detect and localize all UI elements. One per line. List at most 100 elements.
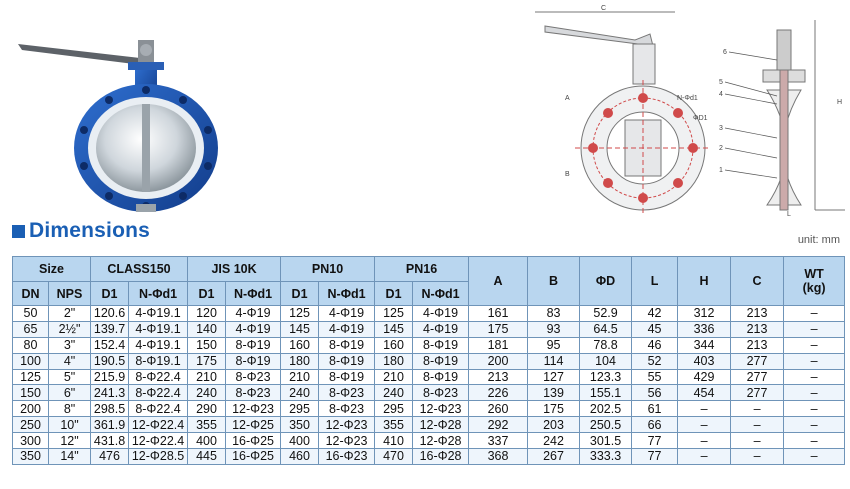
table-cell: 6" [47, 384, 92, 402]
table-cell: 361.9 [90, 416, 130, 434]
table-cell: 277 [730, 384, 785, 402]
table-cell: 226 [468, 384, 529, 402]
table-cell: 242 [527, 432, 581, 450]
table-cell: 4-Φ19 [318, 305, 376, 322]
table-cell: 400 [187, 432, 227, 450]
table-row: 200 8" 298.5 8-Φ22.4 290 12-Φ23 295 8-Φ23 295 12-… [12, 400, 846, 418]
table-cell: 454 [677, 384, 732, 402]
table-cell: 14" [47, 448, 92, 465]
table-cell: 104 [579, 352, 633, 370]
table-cell: 8-Φ22.4 [128, 400, 189, 418]
table-cell: 277 [730, 352, 785, 370]
table-cell: 125 [12, 368, 49, 386]
table-cell: 8-Φ19 [412, 368, 470, 386]
table-cell: 50 [12, 305, 49, 322]
table-row: 125 5" 215.9 8-Φ22.4 210 8-Φ23 210 8-Φ19 210 8-Φ1… [12, 368, 846, 386]
table-cell: – [783, 336, 846, 354]
table-cell: 470 [374, 448, 414, 465]
table-cell: 336 [677, 320, 732, 338]
table-cell: – [730, 416, 785, 434]
table-cell: – [783, 432, 846, 450]
table-cell: 175 [468, 320, 529, 338]
header-l: L [631, 256, 679, 306]
table-cell: – [783, 305, 846, 322]
table-cell: 52.9 [579, 305, 633, 322]
table-cell: 52 [631, 352, 679, 370]
dimensions-table: Size CLASS150 JIS 10K PN10 PN16 A B ΦD L… [11, 256, 846, 465]
table-cell: 12-Φ22.4 [128, 416, 189, 434]
table-cell: 45 [631, 320, 679, 338]
table-cell: 12-Φ23 [225, 400, 282, 418]
table-cell: 100 [12, 352, 49, 370]
table-cell: 160 [374, 336, 414, 354]
table-body: 50 2" 120.6 4-Φ19.1 120 4-Φ19 125 4-Φ19 125 4-Φ19… [12, 305, 846, 465]
table-cell: 8-Φ19 [225, 352, 282, 370]
table-cell: 12-Φ25 [225, 416, 282, 434]
table-cell: 65 [12, 320, 49, 338]
table-cell: – [783, 400, 846, 418]
table-cell: 155.1 [579, 384, 633, 402]
table-cell: 213 [730, 336, 785, 354]
table-cell: 202.5 [579, 400, 633, 418]
table-cell: 403 [677, 352, 732, 370]
table-cell: 215.9 [90, 368, 130, 386]
table-cell: 83 [527, 305, 581, 322]
table-cell: – [730, 448, 785, 465]
table-cell: 445 [187, 448, 227, 465]
drawing-part-3: 3 [719, 125, 723, 132]
table-cell: 150 [12, 384, 49, 402]
header-phid: ΦD [579, 256, 633, 306]
table-cell: 190.5 [90, 352, 130, 370]
drawing-label-h: H [837, 99, 842, 106]
table-cell: 4-Φ19 [225, 305, 282, 322]
table-cell: 355 [187, 416, 227, 434]
table-cell: 8-Φ22.4 [128, 368, 189, 386]
table-cell: 175 [527, 400, 581, 418]
table-cell: 78.8 [579, 336, 633, 354]
table-cell: 240 [280, 384, 320, 402]
table-cell: 213 [730, 320, 785, 338]
section-title: Dimensions [29, 219, 151, 242]
table-cell: 5" [47, 368, 92, 386]
table-cell: 64.5 [579, 320, 633, 338]
table-cell: – [783, 416, 846, 434]
header-jis10k: JIS 10K [187, 256, 282, 282]
table-cell: 150 [187, 336, 227, 354]
drawing-label-nd1: N-Φd1 [677, 95, 698, 102]
drawing-part-4: 4 [719, 91, 723, 98]
table-cell: 56 [631, 384, 679, 402]
table-cell: 120 [187, 305, 227, 322]
table-cell: 114 [527, 352, 581, 370]
drawing-label-a: A [565, 95, 570, 102]
table-cell: 80 [12, 336, 49, 354]
table-cell: 8-Φ19 [225, 336, 282, 354]
table-cell: – [783, 352, 846, 370]
drawing-label-c: C [601, 5, 606, 12]
table-cell: 145 [280, 320, 320, 338]
valve-technical-drawing: C N-Φd1 ΦD1 A B H L 6 5 4 3 2 1 [535, 5, 845, 218]
table-cell: 8-Φ19 [412, 352, 470, 370]
table-cell: 127 [527, 368, 581, 386]
table-cell: 12-Φ28 [412, 432, 470, 450]
table-cell: 260 [468, 400, 529, 418]
table-cell: 213 [730, 305, 785, 322]
table-cell: 250 [12, 416, 49, 434]
table-cell: 95 [527, 336, 581, 354]
table-cell: 4-Φ19 [318, 320, 376, 338]
table-cell: 175 [187, 352, 227, 370]
table-cell: 46 [631, 336, 679, 354]
header-class150-nd1: N-Φd1 [128, 281, 189, 306]
table-cell: 368 [468, 448, 529, 465]
table-cell: 431.8 [90, 432, 130, 450]
table-cell: – [783, 384, 846, 402]
table-cell: 312 [677, 305, 732, 322]
table-cell: 213 [468, 368, 529, 386]
table-cell: 200 [12, 400, 49, 418]
table-cell: 125 [280, 305, 320, 322]
table-cell: 160 [280, 336, 320, 354]
table-row: 350 14" 476 12-Φ28.5 445 16-Φ25 460 16-Φ23 470 16… [12, 448, 846, 465]
table-cell: 350 [280, 416, 320, 434]
valve-photo [18, 40, 218, 212]
table-cell: 400 [280, 432, 320, 450]
table-cell: 250.5 [579, 416, 633, 434]
